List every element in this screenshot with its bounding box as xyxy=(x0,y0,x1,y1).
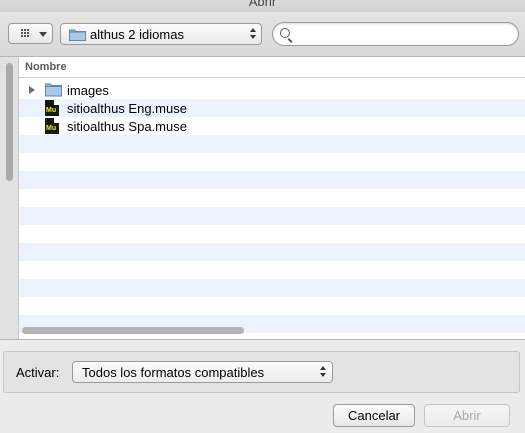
options-panel: Activar: Todos los formatos compatibles xyxy=(3,351,520,393)
list-item-images[interactable]: images xyxy=(19,81,525,99)
format-popup-label: Todos los formatos compatibles xyxy=(82,365,265,380)
muse-file-icon xyxy=(45,100,59,116)
empty-row xyxy=(19,189,525,207)
search-field[interactable] xyxy=(272,22,519,46)
divider xyxy=(0,339,525,340)
chevron-down-icon xyxy=(39,32,47,37)
muse-file-icon xyxy=(45,118,59,134)
sidebar xyxy=(0,57,19,339)
sidebar-scrollbar[interactable] xyxy=(6,63,13,181)
file-list: Nombre images sitioalthus Eng.muse sitio… xyxy=(19,57,525,339)
view-mode-button[interactable] xyxy=(8,23,53,44)
file-rows: images sitioalthus Eng.muse sitioalthus … xyxy=(19,81,525,333)
column-header-label: Nombre xyxy=(25,61,67,73)
list-item-label: sitioalthus Spa.muse xyxy=(67,119,187,134)
horizontal-scrollbar[interactable] xyxy=(22,327,244,334)
grid-view-icon xyxy=(21,29,30,38)
empty-row xyxy=(19,153,525,171)
empty-row xyxy=(19,225,525,243)
stepper-up-icon xyxy=(250,28,256,32)
enable-label: Activar: xyxy=(16,365,60,380)
location-popup[interactable]: althus 2 idiomas xyxy=(60,23,262,45)
search-icon xyxy=(280,28,290,38)
search-input[interactable] xyxy=(297,25,516,45)
stepper-down-icon xyxy=(250,35,256,39)
empty-row xyxy=(19,135,525,153)
stepper-up-icon xyxy=(320,366,326,370)
empty-row xyxy=(19,279,525,297)
cancel-button[interactable]: Cancelar xyxy=(333,404,415,427)
toolbar: althus 2 idiomas xyxy=(0,12,525,57)
empty-row xyxy=(19,207,525,225)
stepper-down-icon xyxy=(320,373,326,377)
folder-icon xyxy=(69,29,86,41)
folder-icon xyxy=(45,83,62,97)
window-title: Abrir xyxy=(248,0,277,9)
open-button[interactable]: Abrir xyxy=(424,404,510,427)
empty-row xyxy=(19,171,525,189)
list-item-eng-muse[interactable]: sitioalthus Eng.muse xyxy=(19,99,525,117)
list-item-label: images xyxy=(67,83,109,98)
column-header-name[interactable]: Nombre xyxy=(19,57,525,78)
empty-row xyxy=(19,261,525,279)
disclosure-triangle-icon[interactable] xyxy=(29,86,35,94)
empty-row xyxy=(19,297,525,315)
list-item-spa-muse[interactable]: sitioalthus Spa.muse xyxy=(19,117,525,135)
list-item-label: sitioalthus Eng.muse xyxy=(67,101,187,116)
location-label: althus 2 idiomas xyxy=(90,27,184,42)
empty-row xyxy=(19,243,525,261)
title-bar: Abrir xyxy=(0,0,525,12)
format-popup[interactable]: Todos los formatos compatibles xyxy=(72,361,333,383)
